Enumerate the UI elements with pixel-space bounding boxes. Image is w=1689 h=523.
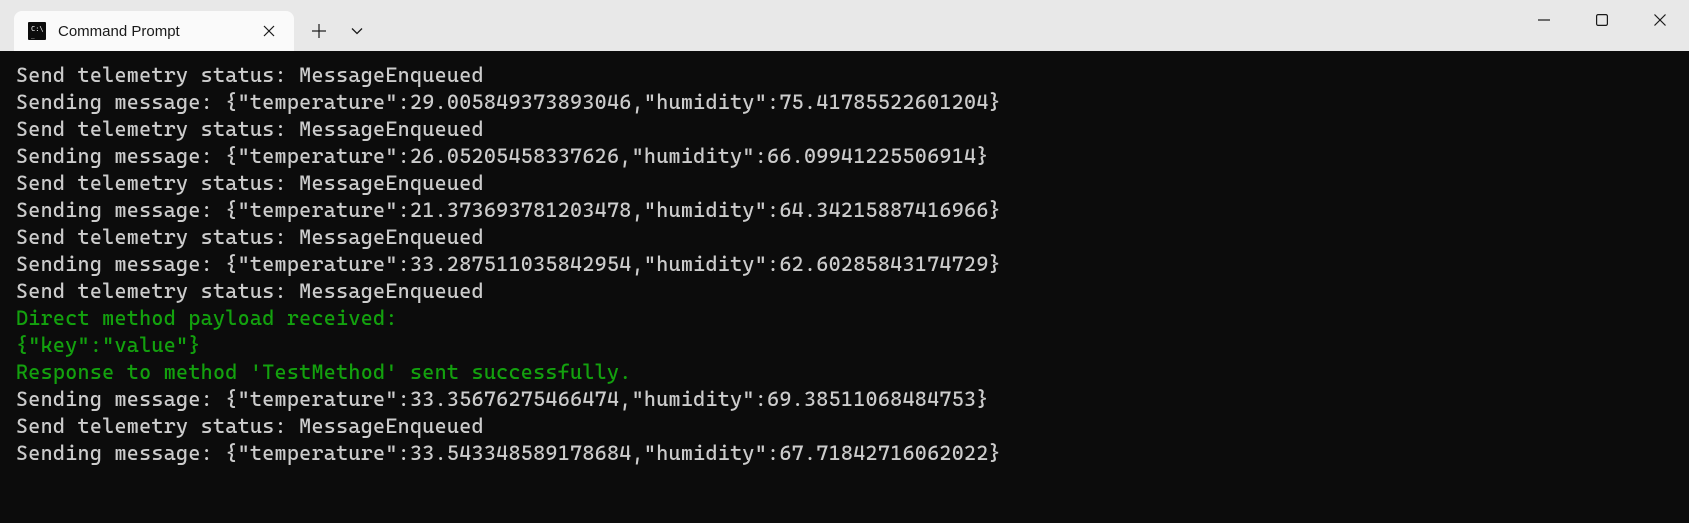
terminal-line: Sending message: {"temperature":21.37369… xyxy=(16,197,1673,224)
terminal-line: {"key":"value"} xyxy=(16,332,1673,359)
minimize-button[interactable] xyxy=(1515,0,1573,40)
terminal-line: Send telemetry status: MessageEnqueued xyxy=(16,116,1673,143)
window-close-button[interactable] xyxy=(1631,0,1689,40)
terminal-line: Response to method 'TestMethod' sent suc… xyxy=(16,359,1673,386)
tab-title: Command Prompt xyxy=(58,23,246,40)
plus-icon xyxy=(312,24,326,38)
close-icon xyxy=(263,25,275,37)
tab-dropdown-button[interactable] xyxy=(338,12,376,50)
tab-close-button[interactable] xyxy=(258,20,280,42)
terminal-line: Send telemetry status: MessageEnqueued xyxy=(16,224,1673,251)
tabs-area: C:\ _ Command Prompt xyxy=(0,0,376,51)
minimize-icon xyxy=(1538,14,1550,26)
terminal-output[interactable]: Send telemetry status: MessageEnqueuedSe… xyxy=(0,52,1689,523)
terminal-line: Direct method payload received: xyxy=(16,305,1673,332)
terminal-line: Send telemetry status: MessageEnqueued xyxy=(16,278,1673,305)
terminal-line: Sending message: {"temperature":33.28751… xyxy=(16,251,1673,278)
maximize-button[interactable] xyxy=(1573,0,1631,40)
cmd-icon: C:\ _ xyxy=(28,22,46,40)
terminal-line: Send telemetry status: MessageEnqueued xyxy=(16,170,1673,197)
new-tab-button[interactable] xyxy=(300,12,338,50)
terminal-line: Sending message: {"temperature":33.35676… xyxy=(16,386,1673,413)
terminal-line: Send telemetry status: MessageEnqueued xyxy=(16,62,1673,89)
window-controls xyxy=(1515,0,1689,40)
terminal-line: Send telemetry status: MessageEnqueued xyxy=(16,413,1673,440)
tab-command-prompt[interactable]: C:\ _ Command Prompt xyxy=(14,11,294,51)
terminal-line: Sending message: {"temperature":26.05205… xyxy=(16,143,1673,170)
close-icon xyxy=(1654,14,1666,26)
maximize-icon xyxy=(1596,14,1608,26)
svg-text:_: _ xyxy=(31,32,35,39)
terminal-line: Sending message: {"temperature":33.54334… xyxy=(16,440,1673,467)
chevron-down-icon xyxy=(351,25,363,37)
titlebar: C:\ _ Command Prompt xyxy=(0,0,1689,52)
terminal-line: Sending message: {"temperature":29.00584… xyxy=(16,89,1673,116)
